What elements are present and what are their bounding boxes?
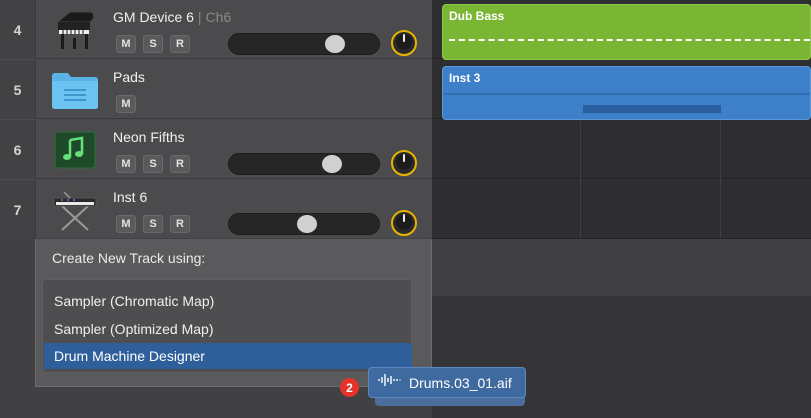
- popup-title: Create New Track using:: [52, 250, 206, 266]
- record-button[interactable]: R: [170, 215, 190, 233]
- pan-knob[interactable]: [391, 30, 417, 56]
- track-name[interactable]: GM Device 6 | Ch6: [113, 9, 231, 25]
- solo-button[interactable]: S: [143, 35, 163, 53]
- grand-piano-icon: [50, 8, 100, 52]
- menu-item-sampler-chromatic[interactable]: Sampler (Chromatic Map): [44, 288, 412, 314]
- music-note-icon: [50, 128, 100, 172]
- track-lane[interactable]: [432, 180, 811, 239]
- track-number: 7: [0, 180, 36, 239]
- region-waveform: [449, 39, 810, 41]
- record-button[interactable]: R: [170, 155, 190, 173]
- drag-count-badge: 2: [340, 378, 359, 397]
- region-midi-line: [443, 93, 810, 95]
- track-lane[interactable]: [432, 120, 811, 179]
- track-number: 6: [0, 120, 36, 179]
- track-name[interactable]: Neon Fifths: [113, 129, 185, 145]
- midi-region-inst-3[interactable]: Inst 3: [442, 66, 811, 120]
- track-header-5[interactable]: 5 Pads M: [0, 60, 432, 119]
- arrange-area[interactable]: Dub Bass Inst 3: [432, 0, 811, 239]
- name-separator: |: [197, 9, 202, 25]
- menu-item-drum-machine-designer[interactable]: Drum Machine Designer: [44, 343, 412, 369]
- volume-slider[interactable]: [228, 33, 380, 55]
- mute-button[interactable]: M: [116, 155, 136, 173]
- mute-button[interactable]: M: [116, 95, 136, 113]
- track-header-7[interactable]: 7 Inst 6 M S R: [0, 180, 432, 239]
- grid-line: [580, 121, 581, 238]
- track-name[interactable]: Inst 6: [113, 189, 147, 205]
- volume-slider-thumb[interactable]: [296, 215, 317, 233]
- keyboard-stand-icon: [50, 188, 100, 232]
- region-label: Dub Bass: [449, 9, 505, 23]
- pan-knob[interactable]: [391, 210, 417, 236]
- dragged-file-name: Drums.03_01.aif: [409, 374, 512, 391]
- track-number: 5: [0, 60, 36, 119]
- mute-button[interactable]: M: [116, 35, 136, 53]
- volume-slider-thumb[interactable]: [322, 155, 343, 173]
- volume-slider[interactable]: [228, 213, 380, 235]
- dragged-file[interactable]: Drums.03_01.aif: [368, 367, 526, 398]
- solo-button[interactable]: S: [143, 215, 163, 233]
- track-name[interactable]: Pads: [113, 69, 145, 85]
- audio-region-dub-bass[interactable]: Dub Bass: [442, 4, 811, 60]
- region-label: Inst 3: [449, 71, 481, 85]
- track-header-6[interactable]: 6 Neon Fifths M S R: [0, 120, 432, 179]
- track-name-text: GM Device 6: [113, 9, 194, 25]
- mute-button[interactable]: M: [116, 215, 136, 233]
- audio-waveform-icon: [377, 373, 401, 392]
- track-header-4[interactable]: 4 GM Device 6 | Ch6 M S R: [0, 0, 432, 59]
- region-midi-note: [583, 105, 721, 113]
- track-channel: Ch6: [205, 9, 232, 25]
- volume-slider[interactable]: [228, 153, 380, 175]
- create-track-popup: Create New Track using: Sampler (Chromat…: [35, 239, 432, 387]
- record-button[interactable]: R: [170, 35, 190, 53]
- grid-line: [720, 121, 721, 238]
- volume-slider-thumb[interactable]: [324, 35, 345, 53]
- track-headers: 4 GM Device 6 | Ch6 M S R 5 Pads M 6 Neo…: [0, 0, 432, 239]
- track-type-menu: Sampler (Chromatic Map) Sampler (Optimiz…: [42, 279, 412, 373]
- menu-item-sampler-optimized[interactable]: Sampler (Optimized Map): [44, 316, 412, 342]
- folder-icon: [50, 68, 100, 112]
- track-number: 4: [0, 0, 36, 59]
- solo-button[interactable]: S: [143, 155, 163, 173]
- pan-knob[interactable]: [391, 150, 417, 176]
